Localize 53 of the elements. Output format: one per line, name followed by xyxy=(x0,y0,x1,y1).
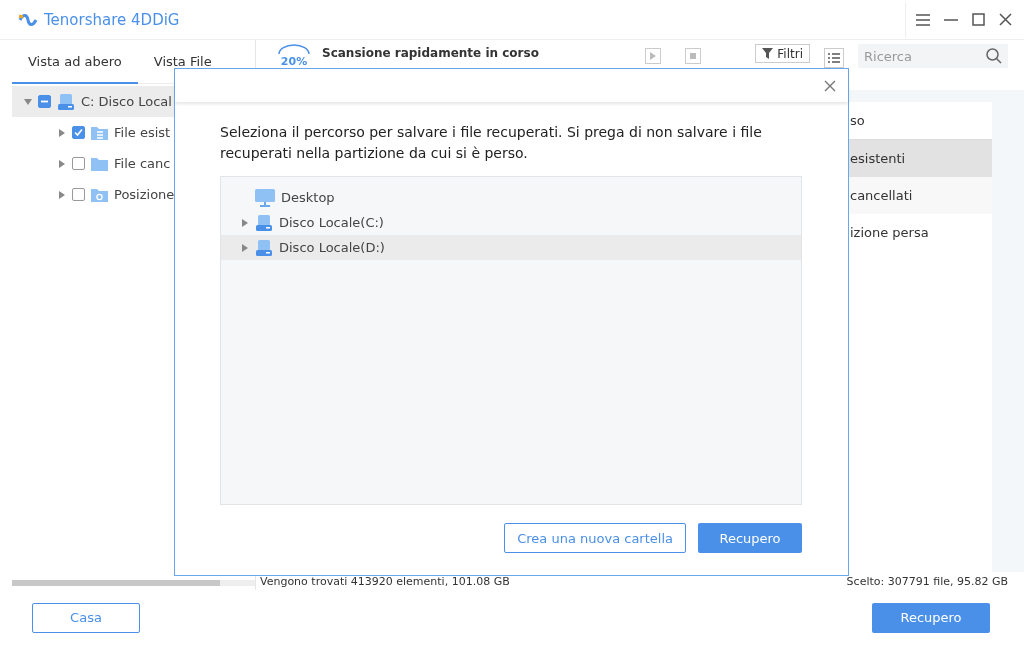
minimize-icon[interactable] xyxy=(944,18,958,21)
drive-icon xyxy=(255,213,273,232)
drive-icon xyxy=(255,238,273,257)
search-field[interactable]: Ricerca xyxy=(858,44,1008,68)
logo-icon xyxy=(18,11,38,28)
tree-item-label: File canc xyxy=(114,156,171,171)
dialog-message: Seleziona il percorso per salvare i file recuperati. Si prega di non salvare i file recuperati nella partizione da cui si è perso. xyxy=(220,123,763,163)
stop-button[interactable] xyxy=(685,48,702,64)
caret-icon[interactable] xyxy=(58,128,66,137)
location-label: Disco Locale(D:) xyxy=(279,240,385,255)
list-view-button[interactable] xyxy=(824,48,844,68)
found-summary: Vengono trovati 413920 elementi, 101.08 GB xyxy=(260,574,510,588)
checkbox[interactable] xyxy=(72,188,85,201)
checkbox[interactable] xyxy=(72,157,85,170)
checkbox[interactable] xyxy=(38,95,51,108)
maximize-icon[interactable] xyxy=(972,13,985,26)
stop-icon xyxy=(690,53,697,59)
list-icon xyxy=(828,53,840,63)
app-title: Tenorshare 4DDiG xyxy=(44,10,181,29)
checkbox[interactable] xyxy=(72,126,85,139)
progress-percent: 20% xyxy=(280,56,308,68)
document-folder-icon xyxy=(91,125,108,140)
caret-icon[interactable] xyxy=(24,97,32,106)
funnel-icon xyxy=(762,48,774,59)
caret-icon[interactable] xyxy=(241,218,249,227)
filter-button[interactable]: Filtri xyxy=(755,44,810,63)
progress-ring-icon xyxy=(276,44,312,54)
view-tab[interactable]: Vista File xyxy=(137,40,228,84)
location-label: Disco Locale(C:) xyxy=(279,215,384,230)
view-tab[interactable]: Vista ad abero xyxy=(12,40,138,84)
monitor-icon xyxy=(255,188,275,207)
folder-icon xyxy=(91,156,108,171)
close-icon[interactable] xyxy=(999,13,1012,26)
scrollbar[interactable] xyxy=(12,580,255,586)
scan-status: Scansione rapidamente in corso xyxy=(322,46,540,60)
tree-item-label: Posizione xyxy=(114,187,175,202)
location-item[interactable]: Disco Locale(C:) xyxy=(221,210,801,235)
caret-icon[interactable] xyxy=(241,243,249,252)
play-button[interactable] xyxy=(645,48,662,64)
drive-icon xyxy=(57,92,75,111)
caret-icon[interactable] xyxy=(58,159,66,168)
play-icon xyxy=(650,52,657,60)
location-label: Desktop xyxy=(281,190,335,205)
tree-item-label: C: Disco Local xyxy=(81,94,172,109)
close-button[interactable] xyxy=(824,79,836,92)
tree-item-label: File esist xyxy=(114,125,171,140)
menu-icon[interactable] xyxy=(916,13,930,26)
check-icon xyxy=(74,128,83,137)
recycle-folder-icon xyxy=(91,187,108,202)
selected-summary: Scelto: 307791 file, 95.82 GB xyxy=(846,574,1008,588)
location-item[interactable]: Disco Locale(D:) xyxy=(221,235,801,260)
search-icon[interactable] xyxy=(986,48,1002,64)
caret-icon[interactable] xyxy=(58,190,66,199)
